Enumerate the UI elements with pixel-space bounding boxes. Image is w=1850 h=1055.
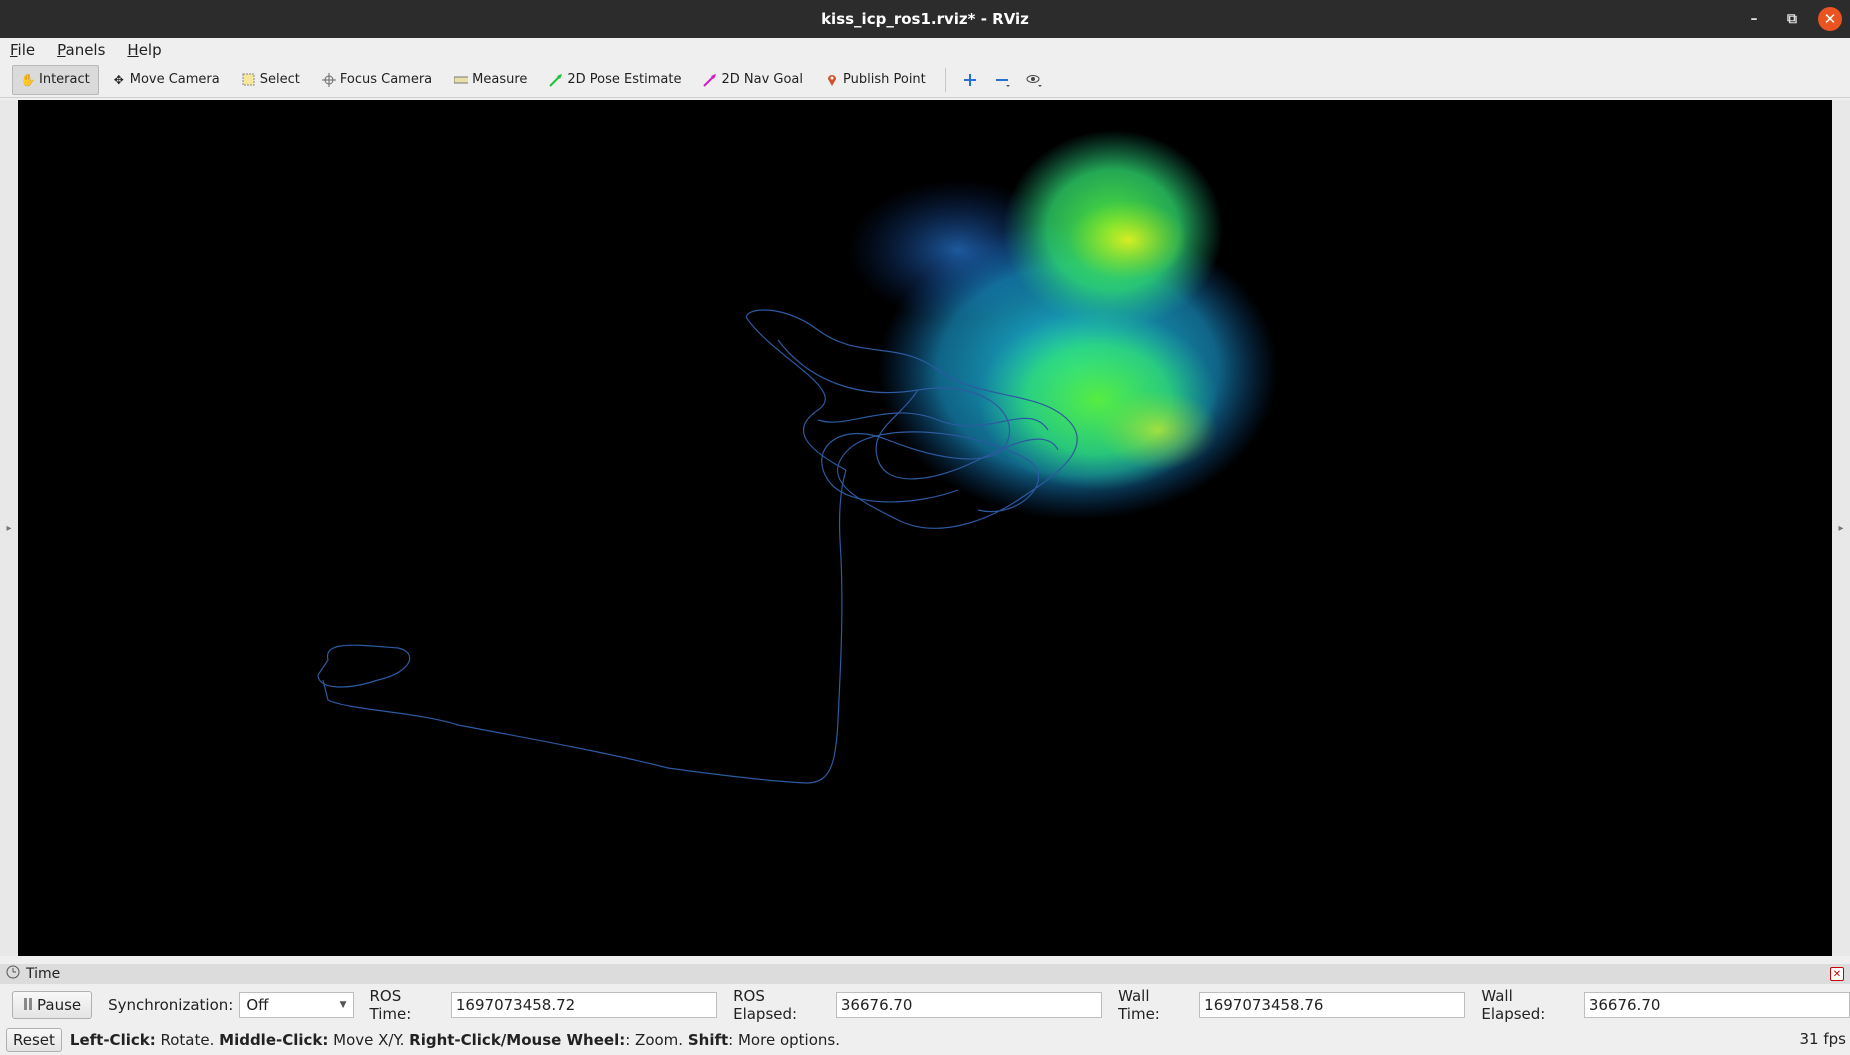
3d-viewport[interactable] [18, 100, 1832, 956]
clock-icon [6, 965, 20, 983]
minimize-icon[interactable]: – [1742, 7, 1766, 31]
pause-label: Pause [37, 996, 82, 1014]
interact-tool-button[interactable]: ✋ Interact [12, 64, 99, 95]
measure-label: Measure [472, 72, 528, 87]
left-panel-handle[interactable]: ▸ [0, 100, 18, 956]
middle-click-hint: Middle-Click: [219, 1031, 329, 1049]
dropdown-arrow-icon: ▼ [339, 1000, 347, 1010]
ros-time-field[interactable]: 1697073458.72 [450, 992, 718, 1018]
sync-value: Off [246, 996, 269, 1014]
measure-tool-button[interactable]: Measure [445, 65, 536, 95]
status-bar: Reset Left-Click: Rotate. Middle-Click: … [0, 1026, 1850, 1054]
toolbar: ✋ Interact ✥ Move Camera Select Focus Ca… [0, 62, 1850, 98]
move-icon: ✥ [113, 72, 124, 87]
cloud-yellow-highlight [1068, 200, 1188, 280]
status-help-text: Left-Click: Rotate. Middle-Click: Move X… [70, 1031, 840, 1049]
left-click-hint: Left-Click: [69, 1031, 156, 1049]
publish-point-label: Publish Point [843, 72, 926, 87]
pause-button[interactable]: Pause [12, 991, 93, 1019]
wall-elapsed-label: Wall Elapsed: [1481, 987, 1546, 1023]
nav-goal-label: 2D Nav Goal [721, 72, 804, 87]
move-camera-label: Move Camera [129, 72, 220, 87]
right-click-hint: Right-Click/Mouse Wheel: [409, 1031, 626, 1049]
pose-estimate-label: 2D Pose Estimate [567, 72, 682, 87]
green-arrow-icon [549, 73, 563, 87]
menu-help[interactable]: Help [123, 41, 165, 59]
ros-elapsed-field[interactable]: 36676.70 [835, 992, 1103, 1018]
point-cloud-render [317, 130, 1278, 784]
pose-estimate-tool-button[interactable]: 2D Pose Estimate [540, 65, 690, 95]
left-click-desc: Rotate. [155, 1031, 220, 1049]
time-panel-title: Time [26, 966, 61, 982]
focus-camera-tool-button[interactable]: Focus Camera [313, 65, 441, 95]
ruler-icon [454, 73, 469, 87]
add-tool-icon[interactable] [956, 66, 984, 94]
select-label: Select [259, 72, 300, 87]
map-pin-icon [825, 73, 839, 87]
interact-label: Interact [39, 72, 90, 87]
menu-panels[interactable]: Panels [53, 41, 109, 59]
toolbar-separator [944, 67, 946, 92]
sync-dropdown[interactable]: Off ▼ [239, 992, 354, 1018]
menu-file[interactable]: File [6, 41, 39, 59]
ros-time-label: ROS Time: [369, 987, 412, 1023]
shift-hint: Shift [687, 1031, 729, 1049]
select-tool-button[interactable]: Select [233, 65, 309, 95]
reset-button[interactable]: Reset [6, 1028, 62, 1052]
window-title: kiss_icp_ros1.rviz* - RViz [821, 10, 1029, 28]
wall-time-label: Wall Time: [1118, 987, 1160, 1023]
ros-elapsed-label: ROS Elapsed: [733, 987, 798, 1023]
right-click-desc: : Zoom. [625, 1031, 688, 1049]
menu-bar: File Panels Help [0, 38, 1850, 62]
fps-counter: 31 fps [1799, 1030, 1846, 1048]
eye-icon[interactable] [1020, 66, 1048, 94]
select-box-icon [242, 73, 256, 87]
cloud-yellow-lower [1098, 390, 1218, 470]
move-camera-tool-button[interactable]: ✥ Move Camera [103, 65, 229, 95]
time-panel-header: Time ✕ [0, 964, 1850, 984]
nav-goal-tool-button[interactable]: 2D Nav Goal [694, 65, 812, 95]
title-bar: kiss_icp_ros1.rviz* - RViz – ⧉ ✕ [0, 0, 1850, 38]
magenta-arrow-icon [703, 73, 717, 87]
right-panel-handle[interactable]: ▸ [1832, 100, 1850, 956]
remove-tool-icon[interactable] [988, 66, 1016, 94]
sync-label: Synchronization: [108, 996, 234, 1014]
wall-time-field[interactable]: 1697073458.76 [1199, 992, 1466, 1018]
pause-icon [23, 996, 33, 1014]
restore-icon[interactable]: ⧉ [1780, 7, 1804, 31]
hand-icon: ✋ [20, 72, 36, 87]
publish-point-tool-button[interactable]: Publish Point [816, 65, 935, 95]
middle-click-desc: Move X/Y. [328, 1031, 410, 1049]
wall-elapsed-field[interactable]: 36676.70 [1583, 992, 1850, 1018]
close-panel-icon[interactable]: ✕ [1830, 967, 1844, 981]
focus-camera-label: Focus Camera [339, 72, 433, 87]
crosshair-icon [321, 72, 336, 87]
shift-desc: : More options. [728, 1031, 840, 1049]
time-panel: Pause Synchronization: Off ▼ ROS Time: 1… [0, 987, 1850, 1023]
close-icon[interactable]: ✕ [1818, 7, 1842, 31]
